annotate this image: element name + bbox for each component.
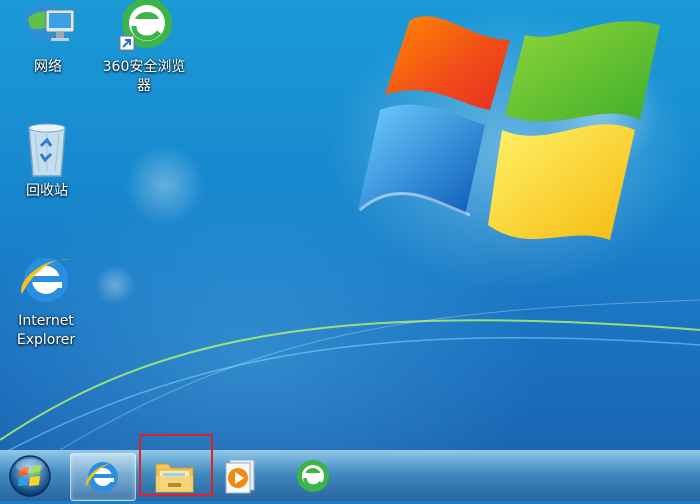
recycle-bin-icon — [28, 123, 66, 177]
start-button[interactable] — [6, 452, 54, 500]
taskbar — [0, 450, 700, 501]
windows-logo-wallpaper — [358, 16, 660, 240]
desktop-icon-360-browser[interactable]: 360安全浏览器 — [98, 0, 190, 96]
desktop: 网络 360安全浏览器 回收站 Internet Explorer — [0, 0, 700, 450]
internet-explorer-icon — [21, 258, 70, 302]
desktop-icon-recycle-bin[interactable]: 回收站 — [1, 120, 93, 201]
desktop-icon-internet-explorer[interactable]: Internet Explorer — [0, 250, 92, 350]
taskbar-internet-explorer[interactable] — [70, 453, 136, 501]
taskbar-media-player[interactable] — [206, 453, 270, 499]
desktop-icon-label: 360安全浏览器 — [102, 59, 186, 94]
internet-explorer-icon — [85, 462, 120, 492]
desktop-icon-label: 回收站 — [26, 183, 68, 199]
360-browser-icon — [297, 460, 329, 492]
desktop-icon-label: Internet Explorer — [16, 313, 76, 348]
media-player-icon — [225, 459, 255, 494]
windows-start-orb-icon — [9, 455, 51, 497]
360-browser-icon — [119, 0, 172, 51]
taskbar-360-browser[interactable] — [281, 453, 345, 499]
network-icon — [24, 2, 75, 42]
desktop-icon-label: 网络 — [34, 59, 62, 75]
desktop-icon-network[interactable]: 网络 — [2, 0, 94, 77]
highlight-box — [139, 434, 213, 496]
